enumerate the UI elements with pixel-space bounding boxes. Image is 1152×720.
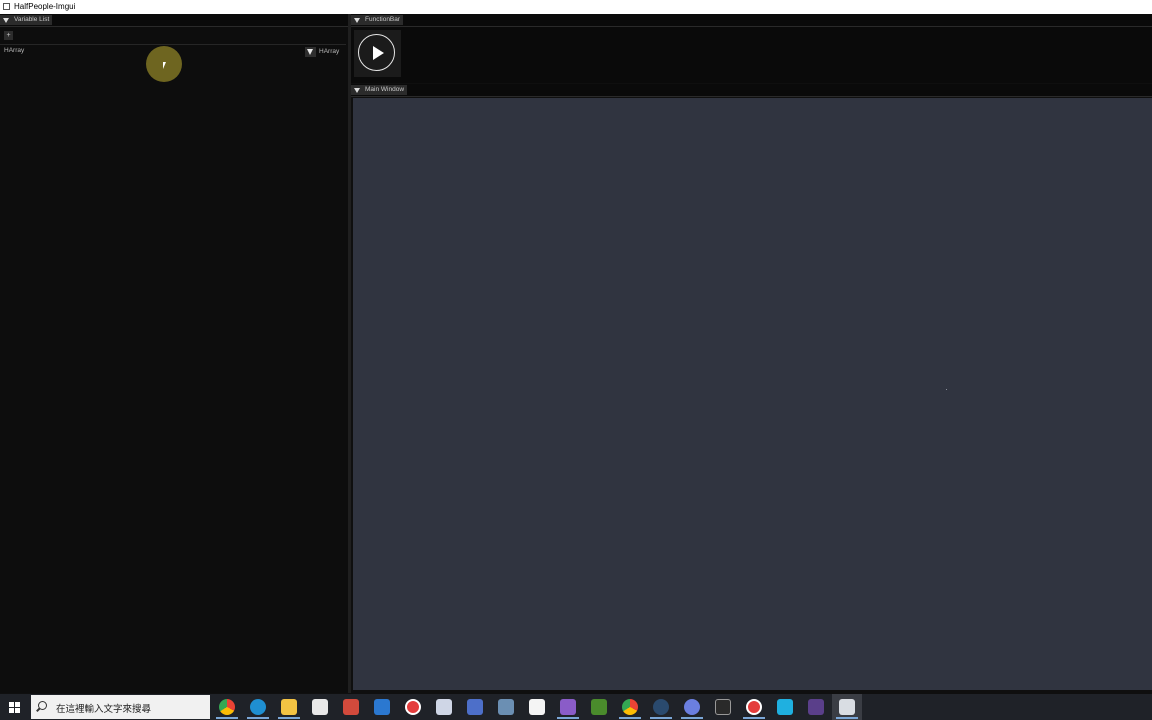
function-bar-body [351, 27, 1152, 83]
main-window-canvas[interactable] [353, 98, 1152, 690]
record-icon[interactable] [746, 699, 762, 715]
windows-start-icon[interactable] [9, 702, 21, 714]
function-bar-tab[interactable]: FunctionBar [351, 15, 404, 25]
terminal-icon[interactable] [808, 699, 824, 715]
running-indicator [247, 717, 269, 719]
collapse-triangle-icon[interactable] [354, 18, 360, 23]
canvas-dot [946, 389, 947, 390]
running-indicator [278, 717, 300, 719]
mouse-cursor-icon [163, 62, 166, 69]
running-indicator [650, 717, 672, 719]
vpn-icon[interactable] [777, 699, 793, 715]
variable-item-label: HArray [4, 47, 25, 54]
running-indicator [619, 717, 641, 719]
running-indicator [681, 717, 703, 719]
visual-studio-icon[interactable] [560, 699, 576, 715]
running-indicator [743, 717, 765, 719]
search-icon [38, 701, 47, 710]
imgui-app-icon[interactable] [839, 699, 855, 715]
variable-list-panel [0, 14, 348, 693]
taskbar-search-box[interactable]: 在這裡輸入文字來搜尋 [31, 695, 210, 719]
app-window-icon [3, 3, 10, 10]
function-bar-tab-label: FunctionBar [365, 16, 401, 23]
notepad-icon[interactable] [529, 699, 545, 715]
variable-list-tab-label: Variable List [14, 16, 50, 23]
app-icon[interactable] [343, 699, 359, 715]
running-indicator [836, 717, 858, 719]
variable-type-value: HArray [319, 48, 340, 55]
file-explorer-icon[interactable] [281, 699, 297, 715]
steam-icon[interactable] [653, 699, 669, 715]
calculator-icon[interactable] [498, 699, 514, 715]
collapse-triangle-icon[interactable] [3, 18, 9, 23]
mail-icon[interactable] [374, 699, 390, 715]
edge-icon[interactable] [250, 699, 266, 715]
running-indicator [216, 717, 238, 719]
variable-list-tabbar: Variable List [0, 14, 348, 27]
title-bar: HalfPeople-Imgui [0, 0, 1152, 14]
play-icon[interactable] [373, 46, 384, 60]
add-variable-button[interactable]: + [4, 31, 13, 40]
minecraft-icon[interactable] [591, 699, 607, 715]
chrome-icon[interactable] [622, 699, 638, 715]
window-title: HalfPeople-Imgui [14, 2, 76, 11]
main-window-tab-label: Main Window [365, 86, 405, 93]
discord-icon[interactable] [684, 699, 700, 715]
splitter[interactable] [348, 14, 351, 693]
chevron-down-icon[interactable] [305, 47, 316, 57]
app-icon[interactable] [467, 699, 483, 715]
collapse-triangle-icon[interactable] [354, 88, 360, 93]
main-window-tabbar: Main Window [351, 84, 1152, 97]
record-icon[interactable] [405, 699, 421, 715]
taskbar: 在這裡輸入文字來搜尋 [0, 694, 1152, 720]
running-indicator [557, 717, 579, 719]
function-bar-tabbar: FunctionBar [351, 14, 1152, 27]
store-icon[interactable] [312, 699, 328, 715]
chrome-icon[interactable] [219, 699, 235, 715]
taskbar-search-placeholder: 在這裡輸入文字來搜尋 [56, 704, 152, 715]
separator [0, 44, 346, 45]
main-window-tab[interactable]: Main Window [351, 85, 408, 95]
cloud-icon[interactable] [436, 699, 452, 715]
variable-list-tab[interactable]: Variable List [0, 15, 53, 25]
epic-games-icon[interactable] [715, 699, 731, 715]
